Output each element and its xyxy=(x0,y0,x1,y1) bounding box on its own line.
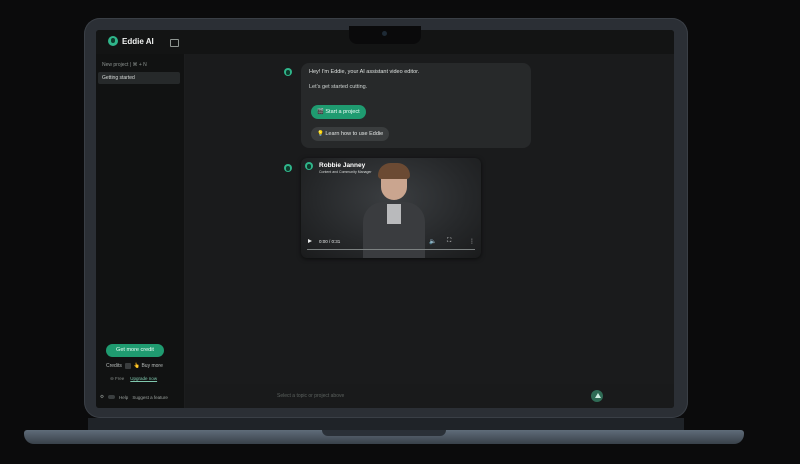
upgrade-link[interactable]: Upgrade now xyxy=(130,376,157,382)
eddie-avatar-icon xyxy=(284,68,292,76)
chat-input-bar: Select a topic or project above xyxy=(185,384,674,408)
sidebar-toggle-icon[interactable] xyxy=(170,39,179,47)
video-speaker-name: Robbie Janney xyxy=(319,162,366,169)
sidebar-item-getting-started[interactable]: Getting started xyxy=(98,72,180,84)
video-player[interactable]: Robbie Janney Content and Community Mana… xyxy=(301,158,481,258)
greeting-text: Hey! I'm Eddie, your AI assistant video … xyxy=(309,69,420,75)
send-icon[interactable] xyxy=(591,390,603,402)
start-project-button[interactable]: 🎬 Start a project xyxy=(311,105,366,119)
video-controls: 0:00 / 0:31 🔈 ⛶ ⋮ xyxy=(301,235,481,253)
volume-icon[interactable]: 🔈 xyxy=(429,238,436,245)
plan-label: Free xyxy=(115,376,125,381)
more-options-icon[interactable]: ⋮ xyxy=(469,238,475,245)
video-person-shirt xyxy=(387,204,401,224)
suggest-feature-link[interactable]: Suggest a feature xyxy=(132,395,168,400)
eddie-avatar-icon xyxy=(284,164,292,172)
laptop-base-notch xyxy=(322,430,446,436)
chat-input[interactable]: Select a topic or project above xyxy=(277,393,344,399)
help-link[interactable]: Help xyxy=(119,395,128,400)
play-icon[interactable] xyxy=(308,239,312,243)
video-person-hair xyxy=(378,163,410,179)
camera-icon xyxy=(382,31,387,36)
settings-icon[interactable]: ⚙ xyxy=(100,394,104,400)
assistant-message: Hey! I'm Eddie, your AI assistant video … xyxy=(301,63,531,148)
prompt-text: Let's get started cutting. xyxy=(309,84,368,90)
camera-notch xyxy=(349,26,421,44)
video-time: 0:00 / 0:31 xyxy=(319,239,341,244)
video-logo-icon xyxy=(305,162,313,170)
credits-label: Credits xyxy=(106,363,122,369)
sidebar: New project | ⌘ + N Getting started Get … xyxy=(96,54,185,408)
get-more-credit-button[interactable]: Get more credit xyxy=(106,344,164,357)
plan-row: ⊜ Free Upgrade now xyxy=(110,376,157,382)
fullscreen-icon[interactable]: ⛶ xyxy=(447,238,451,245)
learn-eddie-button[interactable]: 💡 Learn how to use Eddie xyxy=(311,127,390,141)
credits-count-badge xyxy=(124,363,131,369)
new-project-button[interactable]: New project | ⌘ + N xyxy=(102,62,147,68)
buy-more-label: Buy more xyxy=(141,363,163,369)
video-speaker-role: Content and Community Manager xyxy=(319,170,372,174)
eddie-logo-icon xyxy=(108,36,118,46)
help-toggle[interactable] xyxy=(108,395,116,399)
sidebar-footer: ⚙ Help Suggest a feature xyxy=(100,394,168,400)
brand[interactable]: Eddie AI xyxy=(108,36,154,46)
brand-name: Eddie AI xyxy=(122,36,154,46)
app-screen: Eddie AI New project | ⌘ + N Getting sta… xyxy=(96,30,674,408)
buy-more-link[interactable]: 👆 Buy more xyxy=(134,363,163,369)
chat-main: Hey! I'm Eddie, your AI assistant video … xyxy=(185,54,674,408)
credits-row: Credits 👆 Buy more xyxy=(106,363,163,369)
plan-badge: ⊜ Free xyxy=(110,376,125,381)
laptop-hinge xyxy=(88,418,684,430)
video-progress-bar[interactable] xyxy=(307,249,475,250)
